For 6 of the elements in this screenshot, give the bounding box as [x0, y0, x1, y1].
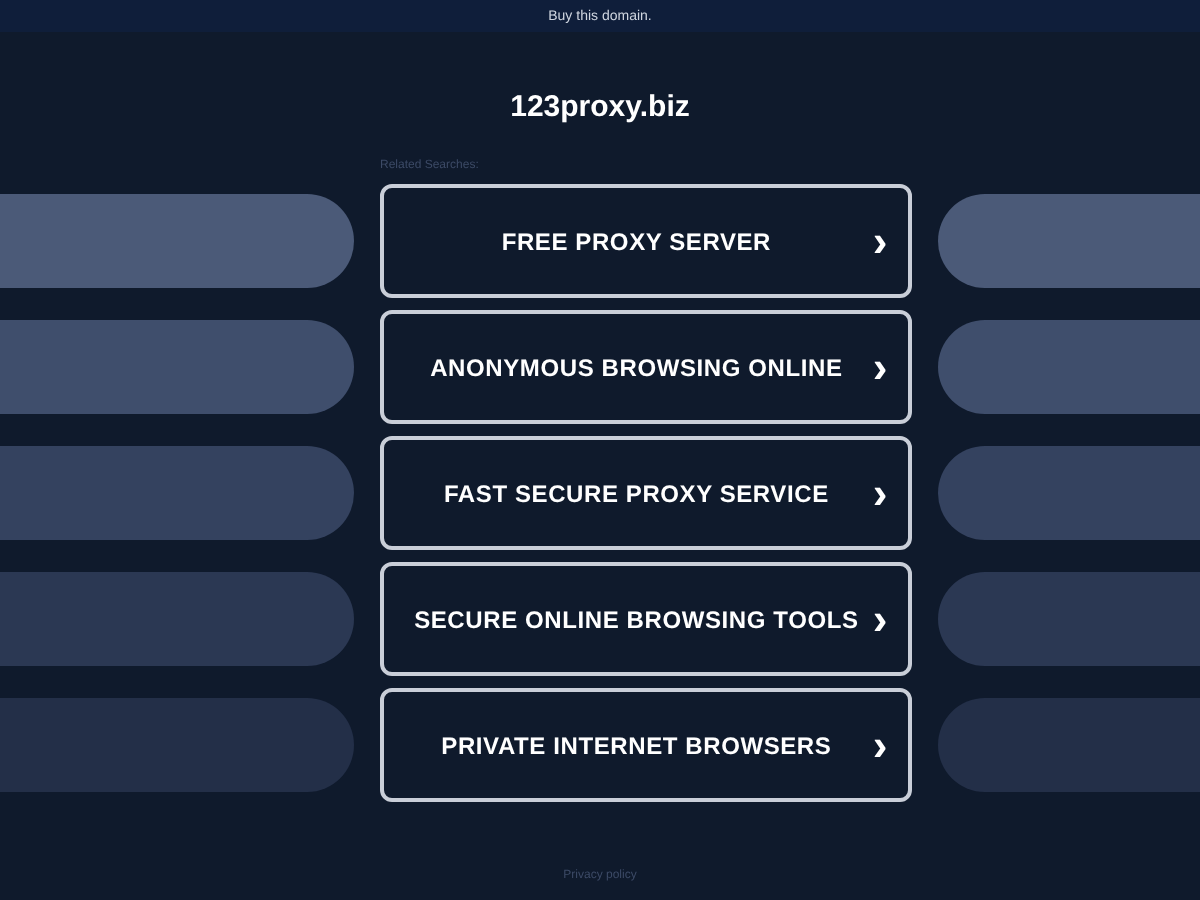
search-link-button[interactable]: FREE PROXY SERVER ›: [380, 184, 912, 298]
domain-title: 123proxy.biz: [508, 90, 692, 126]
search-link-button[interactable]: PRIVATE INTERNET BROWSERS ›: [380, 688, 912, 802]
search-link-button[interactable]: FAST SECURE PROXY SERVICE ›: [380, 436, 912, 550]
search-link-button[interactable]: SECURE ONLINE BROWSING TOOLS ›: [380, 562, 912, 676]
search-link-button[interactable]: ANONYMOUS BROWSING ONLINE ›: [380, 310, 912, 424]
